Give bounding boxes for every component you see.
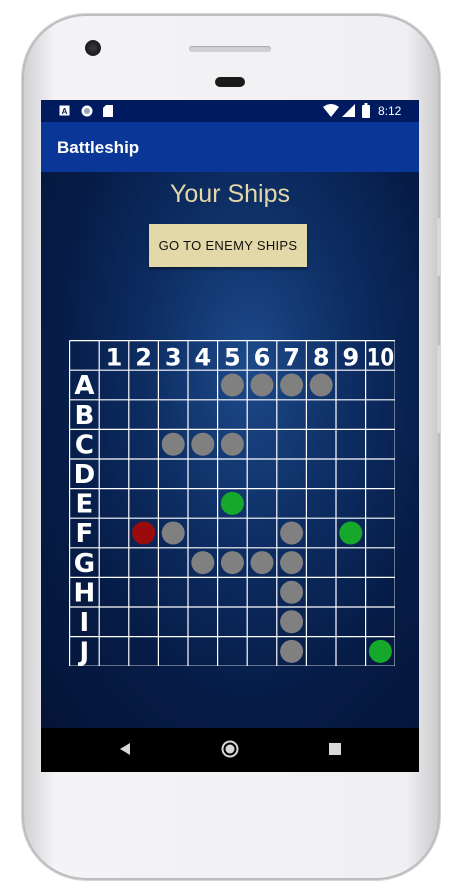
row-header: I <box>80 608 90 638</box>
ship-marker <box>191 551 215 575</box>
ship-marker <box>280 521 304 545</box>
column-header: 8 <box>313 344 330 372</box>
navigation-bar <box>41 728 419 772</box>
ship-marker <box>220 551 244 575</box>
sd-card-icon <box>103 105 113 117</box>
miss-marker <box>220 491 244 515</box>
ship-marker <box>280 373 304 397</box>
battery-icon <box>362 103 370 118</box>
go-to-enemy-ships-button[interactable]: GO TO ENEMY SHIPS <box>149 224 307 267</box>
ship-marker <box>280 639 304 663</box>
column-header: 3 <box>165 344 182 372</box>
main-content: Your Ships GO TO ENEMY SHIPS 1 2 3 4 5 6 7 8 9 10… <box>41 172 419 728</box>
ship-marker <box>161 521 185 545</box>
miss-marker <box>339 521 363 545</box>
row-header: J <box>78 638 90 666</box>
signal-icon <box>342 104 355 117</box>
volume-button <box>437 345 441 433</box>
column-header: 9 <box>342 344 359 372</box>
column-header: 6 <box>254 344 271 372</box>
status-bar: A 8:12 <box>41 100 419 122</box>
recents-icon[interactable] <box>329 743 341 755</box>
ship-marker <box>280 610 304 634</box>
ship-marker <box>161 432 185 456</box>
ship-marker <box>250 373 274 397</box>
circle-notification-icon <box>81 105 93 117</box>
row-header: B <box>74 401 94 431</box>
battleship-board[interactable]: 1 2 3 4 5 6 7 8 9 10 ABCDEFGHIJ <box>69 340 395 666</box>
back-icon[interactable] <box>119 742 131 756</box>
ship-marker <box>280 551 304 575</box>
row-header: E <box>76 490 94 520</box>
ship-marker <box>220 373 244 397</box>
row-header: A <box>74 371 94 401</box>
power-button <box>437 218 441 276</box>
device-screen: A 8:12 Battleship Your Ships GO TO ENEMY… <box>41 100 419 772</box>
row-header: C <box>75 430 94 460</box>
home-icon[interactable] <box>221 740 239 758</box>
column-header: 1 <box>106 344 123 372</box>
column-header: 5 <box>224 344 241 372</box>
wifi-icon <box>323 104 339 117</box>
row-header: F <box>76 519 94 549</box>
ship-marker <box>191 432 215 456</box>
miss-marker <box>368 639 392 663</box>
row-header: G <box>74 549 95 579</box>
front-camera <box>85 40 101 56</box>
page-title: Your Ships <box>170 180 290 208</box>
column-header: 10 <box>367 344 395 372</box>
status-time: 8:12 <box>378 104 402 118</box>
ship-marker <box>220 432 244 456</box>
app-title: Battleship <box>57 138 140 157</box>
hit-marker <box>132 521 156 545</box>
svg-text:A: A <box>62 107 68 116</box>
column-header: 7 <box>283 344 300 372</box>
app-bar: Battleship <box>41 122 419 172</box>
a-badge-icon: A <box>59 105 70 116</box>
row-header: D <box>74 460 96 490</box>
earpiece-grille <box>189 46 271 52</box>
ship-marker <box>309 373 333 397</box>
ship-marker <box>280 580 304 604</box>
ship-marker <box>250 551 274 575</box>
row-header: H <box>74 578 96 608</box>
earpiece-slot <box>215 77 245 87</box>
column-header: 4 <box>194 344 211 372</box>
column-header: 2 <box>135 344 152 372</box>
